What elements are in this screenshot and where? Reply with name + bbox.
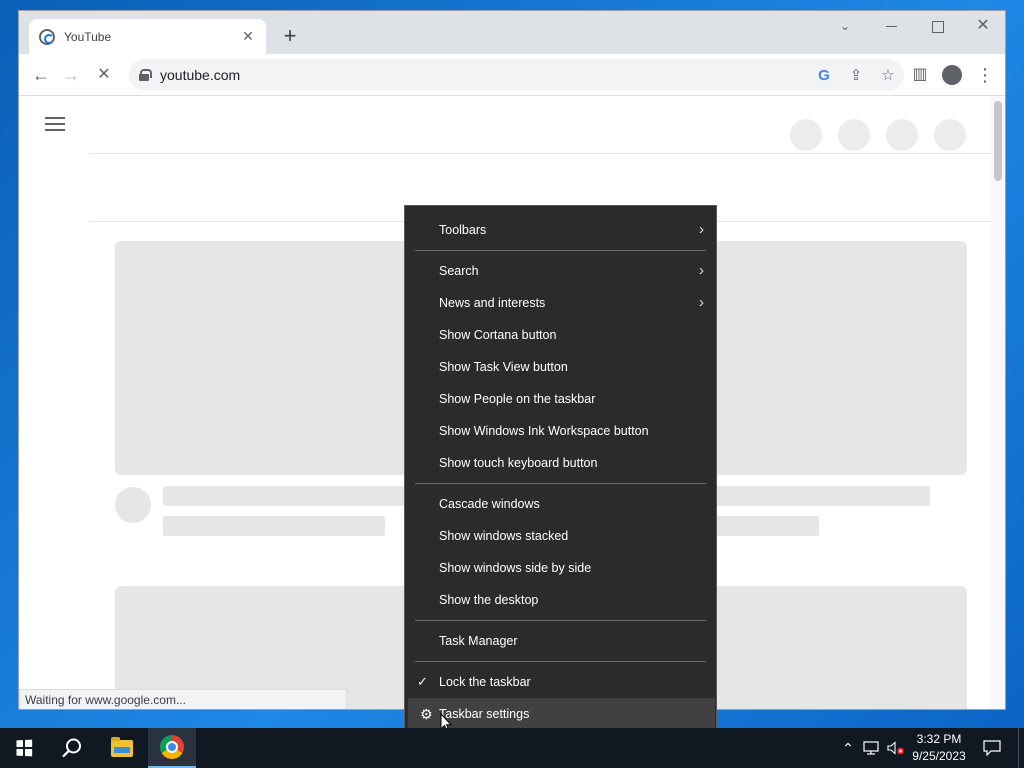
start-button[interactable] (0, 728, 48, 768)
lock-icon[interactable] (139, 69, 152, 81)
menu-item-label: Toolbars (439, 223, 487, 237)
divider (90, 153, 992, 154)
skeleton-avatar (790, 119, 822, 151)
skeleton-avatar (934, 119, 966, 151)
speaker-glyph-icon (887, 741, 904, 755)
share-icon[interactable]: ⇪ (840, 66, 872, 84)
menu-item-label: Task Manager (439, 634, 518, 648)
menu-item-show-task-view[interactable]: Show Task View button (405, 351, 716, 383)
side-panel-icon[interactable]: ▥ (905, 60, 935, 90)
menu-item-show-desktop[interactable]: Show the desktop (405, 584, 716, 616)
network-icon[interactable] (860, 728, 882, 768)
menu-item-label: Show Windows Ink Workspace button (439, 424, 649, 438)
search-button[interactable] (48, 728, 96, 768)
minimize-button[interactable] (868, 11, 914, 41)
menu-separator (415, 483, 706, 484)
menu-item-show-ink-workspace[interactable]: Show Windows Ink Workspace button (405, 415, 716, 447)
menu-item-toolbars[interactable]: Toolbars › (405, 214, 716, 246)
clock-date: 9/25/2023 (912, 749, 966, 763)
skeleton-channel-avatar (115, 487, 151, 523)
forward-icon[interactable]: → (56, 60, 86, 90)
new-tab-button[interactable]: + (277, 23, 303, 49)
menu-item-label: Cascade windows (439, 497, 540, 511)
menu-item-label: Show Task View button (439, 360, 568, 374)
menu-item-show-windows-stacked[interactable]: Show windows stacked (405, 520, 716, 552)
menu-item-label: Show the desktop (439, 593, 539, 607)
file-explorer-button[interactable] (98, 728, 146, 768)
back-icon[interactable]: ← (26, 60, 56, 90)
skeleton-meta-line (709, 516, 819, 536)
taskbar[interactable]: ⌃ 3:32 PM 9/25/2023 (0, 728, 1024, 768)
tab-title: YouTube (64, 29, 112, 44)
menu-item-show-people[interactable]: Show People on the taskbar (405, 383, 716, 415)
status-bubble: Waiting for www.google.com... (19, 689, 347, 709)
checkmark-icon: ✓ (417, 674, 428, 689)
menu-item-taskbar-settings[interactable]: ⚙ Taskbar settings (408, 698, 715, 730)
speech-bubble-icon (983, 740, 1001, 756)
tab-close-icon[interactable]: ✕ (240, 28, 256, 45)
menu-separator (415, 620, 706, 621)
bookmark-star-icon[interactable]: ☆ (872, 66, 904, 84)
menu-item-task-manager[interactable]: Task Manager (405, 625, 716, 657)
gear-icon: ⚙ (420, 706, 433, 722)
taskbar-context-menu: Toolbars › Search › News and interests ›… (404, 205, 717, 738)
skeleton-avatar (838, 119, 870, 151)
loading-favicon-icon (39, 28, 55, 45)
menu-item-lock-taskbar[interactable]: ✓ Lock the taskbar (405, 666, 716, 698)
page-scrollbar[interactable] (991, 97, 1005, 709)
menu-separator (415, 250, 706, 251)
google-icon[interactable]: G (808, 67, 840, 84)
show-desktop-button[interactable] (1018, 728, 1024, 768)
chrome-icon (160, 735, 184, 759)
profile-icon[interactable] (937, 60, 967, 90)
url-text[interactable]: youtube.com (160, 67, 808, 83)
maximize-button[interactable] (914, 11, 960, 41)
skeleton-avatar (886, 119, 918, 151)
menu-item-show-touch-keyboard[interactable]: Show touch keyboard button (405, 447, 716, 479)
folder-icon (111, 736, 133, 757)
menu-item-show-windows-side-by-side[interactable]: Show windows side by side (405, 552, 716, 584)
menu-separator (415, 661, 706, 662)
chevron-right-icon: › (699, 262, 704, 279)
stop-icon[interactable]: ✕ (89, 60, 119, 90)
show-hidden-icons-chevron-icon[interactable]: ⌃ (838, 728, 858, 768)
system-clock[interactable]: 3:32 PM 9/25/2023 (908, 731, 970, 765)
menu-item-label: Search (439, 264, 479, 278)
address-bar[interactable]: youtube.com G ⇪ ☆ (129, 59, 904, 91)
menu-item-news-and-interests[interactable]: News and interests › (405, 287, 716, 319)
windows-logo-icon (16, 739, 33, 757)
chevron-right-icon: › (699, 221, 704, 238)
menu-item-label: Show windows side by side (439, 561, 592, 575)
chevron-right-icon: › (699, 294, 704, 311)
menu-item-label: Show People on the taskbar (439, 392, 596, 406)
search-icon (62, 738, 81, 758)
menu-item-cascade-windows[interactable]: Cascade windows (405, 488, 716, 520)
volume-muted-icon[interactable] (884, 728, 908, 768)
notification-center-icon[interactable] (980, 728, 1004, 768)
menu-item-label: Show Cortana button (439, 328, 557, 342)
scrollbar-thumb[interactable] (994, 101, 1002, 181)
network-glyph-icon (863, 741, 879, 755)
hamburger-menu-icon[interactable] (45, 117, 65, 131)
chrome-taskbar-button[interactable] (148, 728, 196, 768)
menu-item-label: Show touch keyboard button (439, 456, 598, 470)
tab-youtube[interactable]: YouTube ✕ (29, 19, 266, 54)
menu-item-search[interactable]: Search › (405, 255, 716, 287)
menu-item-label: Show windows stacked (439, 529, 569, 543)
menu-item-label: News and interests (439, 296, 546, 310)
skeleton-meta-line (163, 516, 385, 536)
tab-search-icon[interactable]: ⌄ (822, 11, 868, 41)
close-window-button[interactable]: ✕ (960, 11, 1005, 41)
menu-item-label: Lock the taskbar (439, 675, 531, 689)
browser-toolbar: ← → ✕ youtube.com G ⇪ ☆ ▥ ⋮ (19, 54, 1005, 96)
menu-icon[interactable]: ⋮ (970, 60, 1000, 90)
menu-item-show-cortana[interactable]: Show Cortana button (405, 319, 716, 351)
menu-item-label: Taskbar settings (439, 707, 530, 721)
clock-time: 3:32 PM (916, 732, 962, 746)
tab-strip: YouTube ✕ + ⌄ ✕ (19, 11, 1005, 54)
